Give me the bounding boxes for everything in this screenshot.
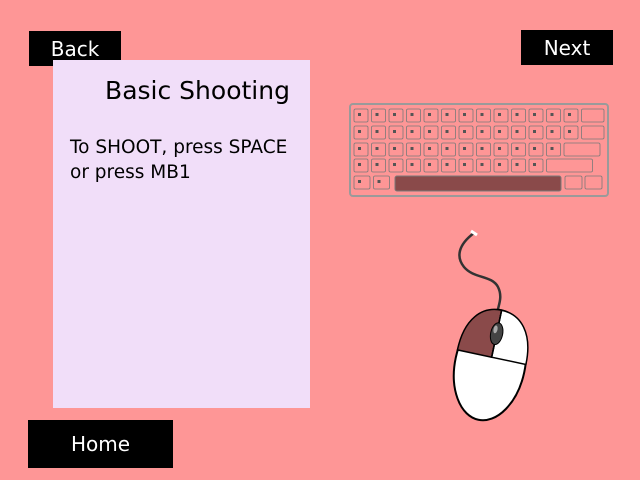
back-button-label: Back: [50, 36, 100, 61]
key-glyph: [410, 130, 414, 133]
home-button[interactable]: Home: [28, 420, 173, 468]
key-glyph: [393, 147, 396, 150]
home-button-label: Home: [70, 432, 131, 456]
keyboard-wide-key: [563, 142, 601, 157]
mouse-cable: [458, 232, 502, 314]
key-glyph: [568, 113, 571, 116]
panel-instructions: To SHOOT, press SPACE or press MB1: [70, 135, 305, 185]
keyboard-wide-key: [581, 108, 605, 123]
key-glyph: [568, 130, 571, 133]
next-button-label: Next: [543, 35, 591, 60]
key-glyph: [428, 147, 431, 150]
keyboard-key: [564, 175, 583, 190]
key-glyph: [533, 147, 536, 150]
key-glyph: [515, 163, 519, 166]
key-glyph: [358, 180, 361, 183]
key-glyph: [480, 147, 484, 150]
key-glyph: [393, 163, 396, 166]
keyboard-wide-key: [546, 158, 593, 173]
key-glyph: [498, 130, 501, 133]
key-glyph: [463, 163, 466, 166]
key-glyph: [515, 113, 519, 116]
key-glyph: [358, 147, 361, 150]
key-glyph: [550, 113, 554, 116]
key-glyph: [410, 113, 414, 116]
space-key: [394, 175, 562, 192]
key-glyph: [533, 163, 536, 166]
key-glyph: [463, 147, 466, 150]
key-glyph: [428, 130, 431, 133]
key-glyph: [358, 113, 361, 116]
key-glyph: [393, 113, 396, 116]
keyboard-key: [373, 175, 390, 190]
key-glyph: [480, 113, 484, 116]
panel-title: Basic Shooting: [105, 76, 290, 105]
key-glyph: [498, 113, 501, 116]
keyboard-icon: [349, 103, 609, 197]
key-glyph: [463, 113, 466, 116]
mouse-body: [452, 308, 529, 422]
key-glyph: [428, 163, 431, 166]
key-glyph: [410, 147, 414, 150]
keyboard-wide-key: [581, 125, 605, 140]
key-glyph: [550, 147, 554, 150]
instruction-panel: Basic Shooting To SHOOT, press SPACE or …: [53, 60, 310, 408]
next-button[interactable]: Next: [521, 30, 613, 65]
key-glyph: [550, 130, 554, 133]
key-glyph: [463, 130, 466, 133]
key-glyph: [533, 113, 536, 116]
instruction-line-2: or press MB1: [70, 162, 191, 183]
key-glyph: [445, 130, 449, 133]
keyboard-key: [353, 175, 371, 190]
key-glyph: [480, 130, 484, 133]
key-glyph: [445, 113, 449, 116]
key-glyph: [410, 163, 414, 166]
key-glyph: [358, 130, 361, 133]
tutorial-screen: Back Next Basic Shooting To SHOOT, press…: [0, 0, 640, 480]
key-glyph: [375, 163, 379, 166]
keyboard-key: [584, 175, 603, 190]
key-glyph: [445, 163, 449, 166]
key-glyph: [375, 147, 379, 150]
instruction-line-1: To SHOOT, press SPACE: [70, 137, 288, 158]
key-glyph: [375, 113, 379, 116]
key-glyph: [445, 147, 449, 150]
key-glyph: [480, 163, 484, 166]
key-glyph: [375, 130, 379, 133]
key-glyph: [498, 163, 501, 166]
key-glyph: [393, 130, 396, 133]
key-glyph: [358, 163, 361, 166]
key-glyph: [428, 113, 431, 116]
key-glyph: [377, 180, 381, 183]
key-glyph: [533, 130, 536, 133]
key-glyph: [498, 147, 501, 150]
key-glyph: [515, 147, 519, 150]
key-glyph: [515, 130, 519, 133]
mouse-icon: [452, 229, 529, 422]
